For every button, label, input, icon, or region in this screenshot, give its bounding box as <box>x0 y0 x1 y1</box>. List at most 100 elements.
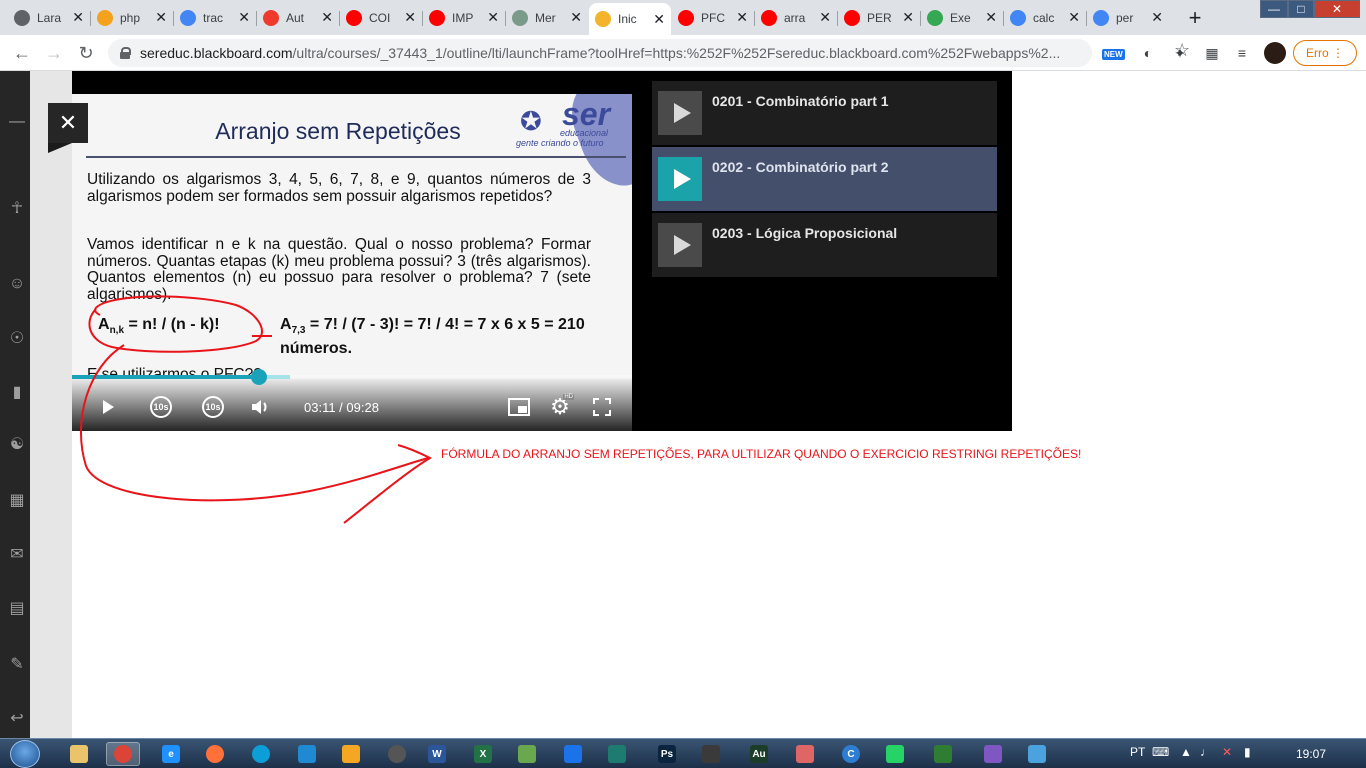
browser-toolbar: ← → ↻ sereduc.blackboard.com/ultra/cours… <box>0 35 1366 71</box>
institution-icon[interactable]: ☥ <box>6 197 28 219</box>
messages-icon[interactable]: ✉ <box>6 543 28 565</box>
taskbar-app-terminal[interactable] <box>600 742 634 766</box>
nav-minus-icon[interactable]: — <box>6 111 28 133</box>
taskbar-app-app-globe[interactable] <box>926 742 960 766</box>
progress-scrubber[interactable] <box>250 369 267 385</box>
browser-tab[interactable]: per ✕ <box>1087 4 1169 31</box>
taskbar-app-firefox[interactable] <box>198 742 232 766</box>
tab-close-icon[interactable]: ✕ <box>736 9 748 26</box>
media-queue-icon[interactable]: ≡ <box>1232 43 1252 63</box>
browser-tab[interactable]: Lara ✕ <box>8 4 90 31</box>
tab-close-icon[interactable]: ✕ <box>321 9 333 26</box>
taskbar-app-media-player[interactable] <box>334 742 368 766</box>
fullscreen-button[interactable] <box>590 394 614 420</box>
grades-icon[interactable]: ▤ <box>6 597 28 619</box>
taskbar-app-vpn[interactable] <box>556 742 590 766</box>
tray-expand-icon[interactable]: ▲ <box>1180 745 1192 759</box>
error-button[interactable]: Erro ⋮ <box>1293 40 1357 66</box>
profile-avatar[interactable] <box>1264 42 1286 64</box>
browser-tab[interactable]: php ✕ <box>91 4 173 31</box>
forward-10s-button[interactable]: 10s <box>200 394 226 420</box>
globe-icon[interactable]: ☉ <box>6 327 28 349</box>
taskbar-app-vscode[interactable] <box>290 742 324 766</box>
video-player[interactable]: Arranjo sem Repetições ✪ ser educacional… <box>72 94 632 431</box>
tab-close-icon[interactable]: ✕ <box>1151 9 1163 26</box>
network-error-icon[interactable]: ✕ <box>1222 745 1232 759</box>
edit-icon[interactable]: ✎ <box>6 653 28 675</box>
browser-tab[interactable]: Exe ✕ <box>921 4 1003 31</box>
tab-close-icon[interactable]: ✕ <box>653 11 665 28</box>
maximize-button[interactable]: □ <box>1288 0 1314 18</box>
playlist-item[interactable]: 0201 - Combinatório part 1 <box>652 81 997 145</box>
forward-button[interactable]: → <box>42 41 66 65</box>
tab-close-icon[interactable]: ✕ <box>1068 9 1080 26</box>
rewind-10s-button[interactable]: 10s <box>148 394 174 420</box>
new-tab-button[interactable]: + <box>1182 5 1208 30</box>
playlist-item[interactable]: 0202 - Combinatório part 2 <box>652 147 997 211</box>
start-button[interactable] <box>10 740 40 768</box>
browser-tab[interactable]: arra ✕ <box>755 4 837 31</box>
browser-tab[interactable]: IMP ✕ <box>423 4 505 31</box>
calendar-icon[interactable]: ▦ <box>6 489 28 511</box>
close-player-button[interactable]: ✕ <box>48 103 88 143</box>
close-window-button[interactable]: ✕ <box>1314 0 1360 18</box>
browser-tab[interactable]: Mer ✕ <box>506 4 588 31</box>
taskbar-app-app-cog[interactable] <box>976 742 1010 766</box>
picture-in-picture-button[interactable] <box>506 394 532 420</box>
sign-out-icon[interactable]: ↩ <box>6 707 28 729</box>
volume-button[interactable] <box>250 394 274 420</box>
taskbar-app-audition[interactable]: Au <box>742 742 776 766</box>
clock[interactable]: 19:07 <box>1296 747 1326 761</box>
browser-tab[interactable]: PFC ✕ <box>672 4 754 31</box>
taskbar-app-chrome[interactable] <box>106 742 140 766</box>
taskbar-app-app-pin[interactable] <box>694 742 728 766</box>
organizations-icon[interactable]: ☯ <box>6 433 28 455</box>
taskbar-app-excel[interactable]: X <box>466 742 500 766</box>
tab-close-icon[interactable]: ✕ <box>819 9 831 26</box>
taskbar-app-word[interactable]: W <box>420 742 454 766</box>
tab-close-icon[interactable]: ✕ <box>155 9 167 26</box>
minimize-button[interactable]: — <box>1260 0 1288 18</box>
extension-tools-icon[interactable]: ✦ <box>1170 43 1190 63</box>
tab-close-icon[interactable]: ✕ <box>72 9 84 26</box>
tab-close-icon[interactable]: ✕ <box>238 9 250 26</box>
profile-icon[interactable]: ☺ <box>6 273 28 295</box>
address-bar[interactable]: sereduc.blackboard.com/ultra/courses/_37… <box>108 39 1190 67</box>
browser-tab[interactable]: Inic ✕ <box>589 3 671 35</box>
browser-tab[interactable]: calc ✕ <box>1004 4 1086 31</box>
taskbar-app-photoshop[interactable]: Ps <box>650 742 684 766</box>
taskbar-app-whatsapp[interactable] <box>878 742 912 766</box>
browser-tab[interactable]: trac ✕ <box>174 4 256 31</box>
tab-close-icon[interactable]: ✕ <box>487 9 499 26</box>
signal-icon[interactable]: ▮ <box>1244 745 1251 759</box>
extensions-puzzle-icon[interactable]: ▦ <box>1202 43 1222 63</box>
reload-button[interactable]: ↻ <box>74 41 98 65</box>
play-button[interactable] <box>96 394 120 420</box>
dark-mode-icon[interactable]: ◐ <box>1138 43 1158 63</box>
settings-button[interactable]: ⚙ HD <box>546 394 574 420</box>
tab-close-icon[interactable]: ✕ <box>404 9 416 26</box>
browser-tab[interactable]: COI ✕ <box>340 4 422 31</box>
taskbar-app-app-grid[interactable] <box>788 742 822 766</box>
taskbar-app-internet-explorer[interactable]: e <box>154 742 188 766</box>
language-indicator[interactable]: PT <box>1130 745 1145 759</box>
courses-icon[interactable]: ▮ <box>6 381 28 403</box>
taskbar-app-app-flower[interactable] <box>1020 742 1054 766</box>
page-content: — ☥ ☺ ☉ ▮ ☯ ▦ ✉ ▤ ✎ ↩ Arranjo sem Repeti… <box>0 71 1366 738</box>
tab-close-icon[interactable]: ✕ <box>902 9 914 26</box>
taskbar-app-app-ball[interactable] <box>380 742 414 766</box>
taskbar-app-explorer[interactable] <box>62 742 96 766</box>
browser-tab[interactable]: Aut ✕ <box>257 4 339 31</box>
tab-close-icon[interactable]: ✕ <box>985 9 997 26</box>
speaker-icon[interactable]: ♩ <box>1200 745 1212 759</box>
taskbar-app-edge[interactable] <box>244 742 278 766</box>
google-icon <box>1093 9 1109 26</box>
tab-close-icon[interactable]: ✕ <box>570 9 582 26</box>
taskbar-app-app-c[interactable]: C <box>834 742 868 766</box>
progress-bar[interactable] <box>72 369 632 385</box>
keyboard-icon[interactable]: ⌨ <box>1152 745 1169 759</box>
browser-tab[interactable]: PER ✕ <box>838 4 920 31</box>
taskbar-app-app-diamond[interactable] <box>510 742 544 766</box>
back-button[interactable]: ← <box>10 41 34 65</box>
playlist-item[interactable]: 0203 - Lógica Proposicional <box>652 213 997 277</box>
